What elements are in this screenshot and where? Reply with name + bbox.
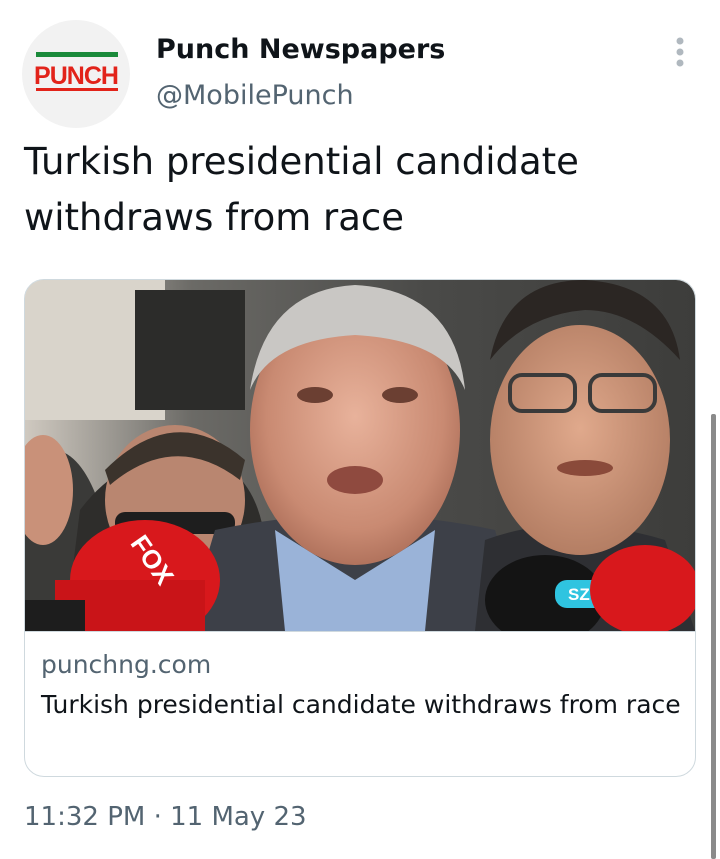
card-divider bbox=[25, 631, 695, 632]
link-card[interactable]: FOX SZC punchng.com Turkish presidential… bbox=[24, 279, 696, 777]
author-display-name[interactable]: Punch Newspapers bbox=[156, 34, 445, 65]
card-image[interactable]: FOX SZC bbox=[25, 280, 695, 631]
author-handle[interactable]: @MobilePunch bbox=[156, 80, 354, 111]
avatar-logo-text: PUNCH bbox=[34, 62, 118, 90]
news-photo: FOX SZC bbox=[25, 280, 695, 631]
card-title[interactable]: Turkish presidential candidate withdraws… bbox=[41, 685, 681, 725]
author-avatar[interactable]: PUNCH bbox=[22, 20, 130, 128]
tweet-timestamp[interactable]: 11:32 PM · 11 May 23 bbox=[24, 802, 307, 832]
more-options-button[interactable] bbox=[662, 34, 698, 70]
punch-logo-icon: PUNCH bbox=[34, 52, 119, 91]
tweet-text: Turkish presidential candidate withdraws… bbox=[24, 140, 579, 239]
more-vertical-icon bbox=[676, 37, 684, 67]
tweet: PUNCH Punch Newspapers @MobilePunch Turk… bbox=[0, 0, 720, 859]
card-domain[interactable]: punchng.com bbox=[41, 650, 211, 679]
scrollbar[interactable] bbox=[711, 414, 716, 859]
